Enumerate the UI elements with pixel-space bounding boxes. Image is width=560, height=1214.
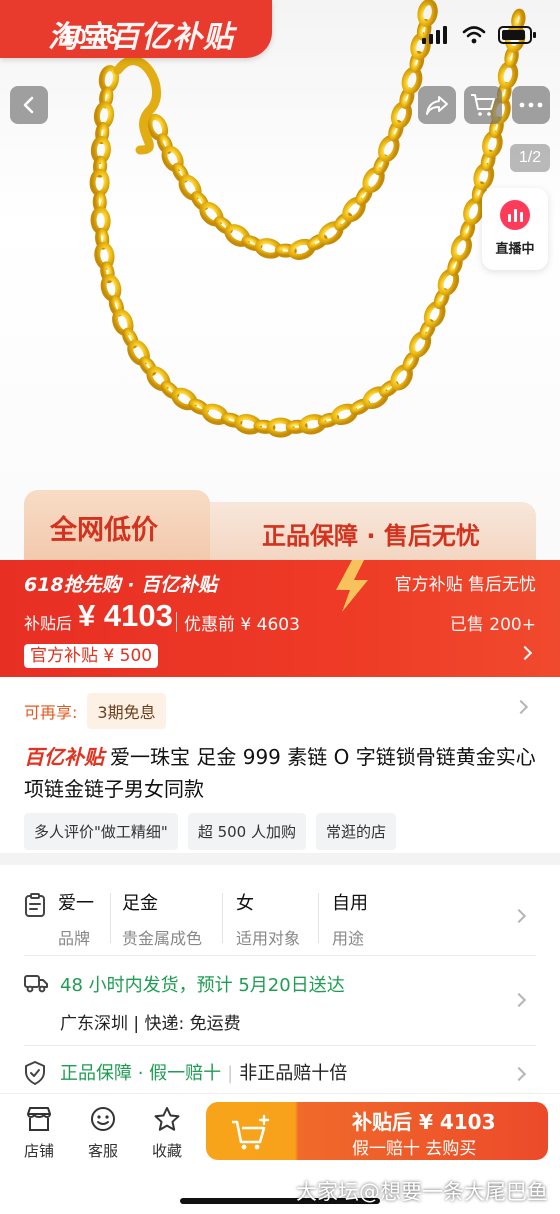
add-to-cart-icon (232, 1114, 270, 1150)
status-icons (422, 26, 536, 44)
original-price: 优惠前 ¥ 4603 (184, 615, 300, 635)
chevron-right-icon (511, 992, 527, 1008)
chain-link (463, 197, 485, 226)
spec-value: 足金 (122, 893, 158, 914)
shield-check-icon (25, 1061, 45, 1085)
guarantee-primary: 正品保障 · 假一赔十 (60, 1063, 222, 1084)
installment-tag: 3期免息 (87, 693, 166, 729)
chevron-right-icon (511, 1066, 527, 1082)
nav-shop-label: 店铺 (23, 1142, 54, 1160)
promo-right-text: 正品保障 · 售后无忧 (262, 522, 480, 550)
lightning-icon (336, 560, 368, 612)
guarantee-text: 正品保障 · 假一赔十 | 非正品赔十倍 (60, 1059, 347, 1085)
promo-left-panel: 全网低价 (24, 490, 210, 560)
buy-button-sub: 假一赔十 去购买 (352, 1139, 477, 1159)
brand-banner: 淘宝百亿补贴 (0, 0, 272, 58)
wifi-icon (462, 26, 486, 44)
chevron-right-icon (513, 699, 529, 715)
cart-icon (471, 94, 495, 116)
cellular-signal-icon (422, 26, 450, 44)
back-button[interactable] (10, 86, 48, 124)
spec-divider (222, 893, 223, 943)
spec-key: 贵金属成色 (122, 929, 203, 948)
chain-link (199, 201, 224, 227)
live-label: 直播中 (495, 242, 535, 257)
chevron-left-icon (23, 96, 34, 114)
promo-right-panel: 正品保障 · 售后无忧 (204, 502, 536, 560)
nav-favorite[interactable]: 收藏 (142, 1106, 192, 1161)
truck-icon (24, 975, 48, 993)
divider (24, 1045, 536, 1046)
nav-favorite-label: 收藏 (151, 1142, 182, 1160)
divider (24, 955, 536, 956)
spec-divider (318, 893, 319, 943)
spec-divider (110, 893, 111, 943)
delivery-estimate: 48 小时内发货，预计 5月20日送达 (60, 975, 345, 996)
highlight-tag[interactable]: 多人评价"做工精细" (24, 813, 178, 850)
promo-left-text: 全网低价 (50, 515, 158, 546)
highlight-tag[interactable]: 超 500 人加购 (187, 813, 306, 850)
product-title: 百亿补贴 爱一珠宝 足金 999 素链 O 字链锁骨链黄金实心项链金链子男女同款 (24, 741, 540, 805)
spec-value: 自用 (332, 893, 368, 914)
title-brand-tag: 百亿补贴 (24, 745, 104, 769)
buy-now-button[interactable]: 补贴后 ¥ 4103 假一赔十 去购买 (206, 1102, 548, 1160)
chevron-right-icon (517, 645, 533, 661)
live-bars-icon (500, 200, 530, 230)
delivery-origin: 广东深圳 | 快递: 免运费 (60, 1014, 241, 1034)
highlight-tags: 多人评价"做工精细" 超 500 人加购 常逛的店 (24, 813, 396, 850)
spec-value: 女 (236, 893, 254, 914)
spec-usage: 自用 用途 (332, 889, 368, 949)
product-gallery[interactable]: 淘宝百亿补贴 10:46 1/2 直播中 正品保障 · 售后无忧 全网低价 (0, 0, 560, 560)
price-bar[interactable]: 618抢先购 · 百亿补贴 官方补贴 售后无忧 补贴后 ¥ 4103 优惠前 ¥… (0, 560, 560, 677)
spec-key: 用途 (332, 929, 365, 948)
price-bar-note: 官方补贴 售后无忧 (394, 575, 536, 595)
price-divider (176, 612, 177, 632)
subsidy-badge: 官方补贴 ¥ 500 (24, 644, 159, 668)
highlight-tag[interactable]: 常逛的店 (315, 813, 396, 850)
share-arrow-icon (426, 96, 448, 115)
price-bar-tagline: 618抢先购 · 百亿补贴 (24, 574, 218, 596)
page-indicator: 1/2 (510, 144, 550, 172)
gold-chain-image (89, 0, 526, 438)
subsidy-price: ¥ 4103 (78, 598, 173, 633)
sold-count: 已售 200+ (449, 615, 536, 635)
spec-delivery-card: 爱一 品牌 足金 贵金属成色 女 适用对象 自用 用途 48 小时内发货，预计 … (0, 865, 560, 1095)
more-button[interactable] (512, 86, 550, 124)
installment-label: 可再享: (24, 703, 78, 722)
watermark: 大家坛@想要一条大尾巴鱼 (296, 1180, 548, 1204)
chain-link (146, 366, 171, 392)
promo-strip: 正品保障 · 售后无忧 全网低价 (24, 490, 536, 560)
spec-brand: 爱一 品牌 (58, 889, 94, 949)
guarantee-separator: | (227, 1063, 234, 1084)
battery-icon (498, 26, 536, 44)
guarantee-secondary: 非正品赔十倍 (239, 1063, 348, 1084)
share-button[interactable] (418, 86, 456, 124)
after-subsidy-label: 补贴后 (24, 614, 73, 633)
more-dots-icon (519, 102, 543, 108)
nav-customer-service[interactable]: 客服 (78, 1106, 128, 1161)
chevron-right-icon (511, 908, 527, 924)
installment-row[interactable]: 可再享: 3期免息 (24, 693, 166, 729)
customer-service-icon (91, 1107, 115, 1131)
star-icon (154, 1107, 180, 1131)
spec-key: 适用对象 (236, 929, 301, 948)
spec-value: 爱一 (58, 893, 94, 914)
nav-service-label: 客服 (87, 1142, 118, 1160)
spec-key: 品牌 (58, 929, 91, 948)
chain-link (417, 0, 438, 27)
spec-target: 女 适用对象 (236, 889, 300, 949)
product-info-card: 可再享: 3期免息 百亿补贴 爱一珠宝 足金 999 素链 O 字链锁骨链黄金实心… (0, 677, 560, 853)
cart-button[interactable] (464, 86, 502, 124)
shop-icon (27, 1107, 51, 1131)
status-time: 10:46 (62, 24, 119, 49)
clipboard-icon (25, 893, 45, 917)
buy-button-price: 补贴后 ¥ 4103 (352, 1110, 496, 1134)
spec-purity: 足金 贵金属成色 (122, 889, 202, 949)
live-stream-button[interactable]: 直播中 (482, 188, 548, 270)
spec-row[interactable]: 爱一 品牌 足金 贵金属成色 女 适用对象 自用 用途 (24, 889, 536, 948)
nav-shop[interactable]: 店铺 (14, 1106, 64, 1161)
